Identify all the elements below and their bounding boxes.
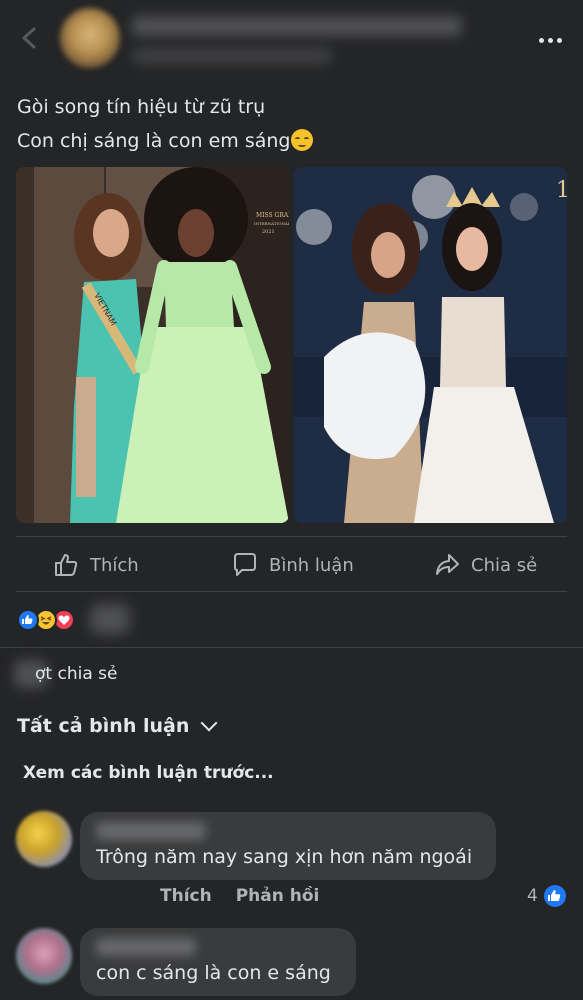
- reaction-summary[interactable]: [17, 609, 75, 631]
- miss-grand-logo-text: MISS GRAND: [256, 212, 289, 219]
- divider-bottom-actions: [16, 591, 567, 592]
- comment-reply-button[interactable]: Phản hồi: [236, 886, 320, 906]
- comment-filter-dropdown[interactable]: Tất cả bình luận: [17, 714, 218, 737]
- divider-top-actions: [16, 536, 567, 537]
- commenter-avatar[interactable]: [16, 928, 72, 984]
- photo-right-illustration: 1: [294, 167, 567, 523]
- svg-text:2021: 2021: [262, 229, 275, 235]
- comment-label: Bình luận: [269, 554, 354, 576]
- share-arrow-icon: [436, 554, 459, 575]
- comment-bubble: con c sáng là con e sáng: [80, 928, 356, 996]
- comment-text: con c sáng là con e sáng: [96, 962, 331, 984]
- photo-left[interactable]: MISS GRAND INTERNATIONAL 2021 VIETNAM: [16, 167, 289, 523]
- share-count-text[interactable]: ợt chia sẻ: [17, 664, 117, 684]
- more-options-icon[interactable]: [534, 26, 566, 54]
- share-button[interactable]: Chia sẻ: [433, 548, 537, 582]
- comment-text: Trông năm nay sang xịn hơn năm ngoái: [96, 846, 473, 868]
- caption-line-1: Gòi song tín hiệu từ zũ trụ: [17, 96, 266, 118]
- view-previous-comments-link[interactable]: Xem các bình luận trước...: [23, 763, 274, 783]
- chevron-down-icon: [200, 714, 218, 732]
- comment-filter-label: Tất cả bình luận: [17, 715, 190, 737]
- share-label: Chia sẻ: [471, 554, 538, 576]
- back-arrow-icon[interactable]: [16, 24, 44, 52]
- post-header: [0, 0, 583, 82]
- like-icon: [17, 609, 39, 631]
- comment-like-button[interactable]: Thích: [160, 886, 212, 906]
- comment-bubble: Trông năm nay sang xịn hơn năm ngoái: [80, 812, 496, 880]
- relieved-face-emoji: [291, 129, 314, 151]
- commenter-name-redacted[interactable]: [96, 822, 206, 840]
- corner-numeral: 1: [556, 178, 567, 203]
- author-avatar[interactable]: [60, 8, 120, 68]
- comment-actions: Thích Phản hồi: [160, 886, 319, 906]
- like-badge-icon: [543, 885, 566, 907]
- commenter-name-redacted[interactable]: [96, 938, 196, 956]
- like-button[interactable]: Thích: [52, 548, 139, 582]
- photo-right[interactable]: 1: [294, 167, 567, 523]
- photo-left-illustration: MISS GRAND INTERNATIONAL 2021 VIETNAM: [16, 167, 289, 523]
- svg-text:INTERNATIONAL: INTERNATIONAL: [254, 221, 289, 226]
- post-caption: Gòi song tín hiệu từ zũ trụ Con chị sáng…: [17, 90, 567, 158]
- thumbs-up-icon: [55, 554, 78, 576]
- author-name-redacted[interactable]: [132, 16, 462, 36]
- comment-button[interactable]: Bình luận: [231, 548, 354, 582]
- comment-like-count[interactable]: 4: [527, 885, 566, 907]
- comment-bubble-icon: [234, 553, 256, 576]
- divider-reactions: [0, 647, 583, 648]
- post-meta-redacted: [132, 48, 332, 64]
- commenter-avatar[interactable]: [16, 811, 72, 867]
- reaction-count-redacted[interactable]: [90, 604, 130, 634]
- caption-line-2: Con chị sáng là con em sáng: [17, 124, 567, 158]
- like-label: Thích: [90, 554, 139, 576]
